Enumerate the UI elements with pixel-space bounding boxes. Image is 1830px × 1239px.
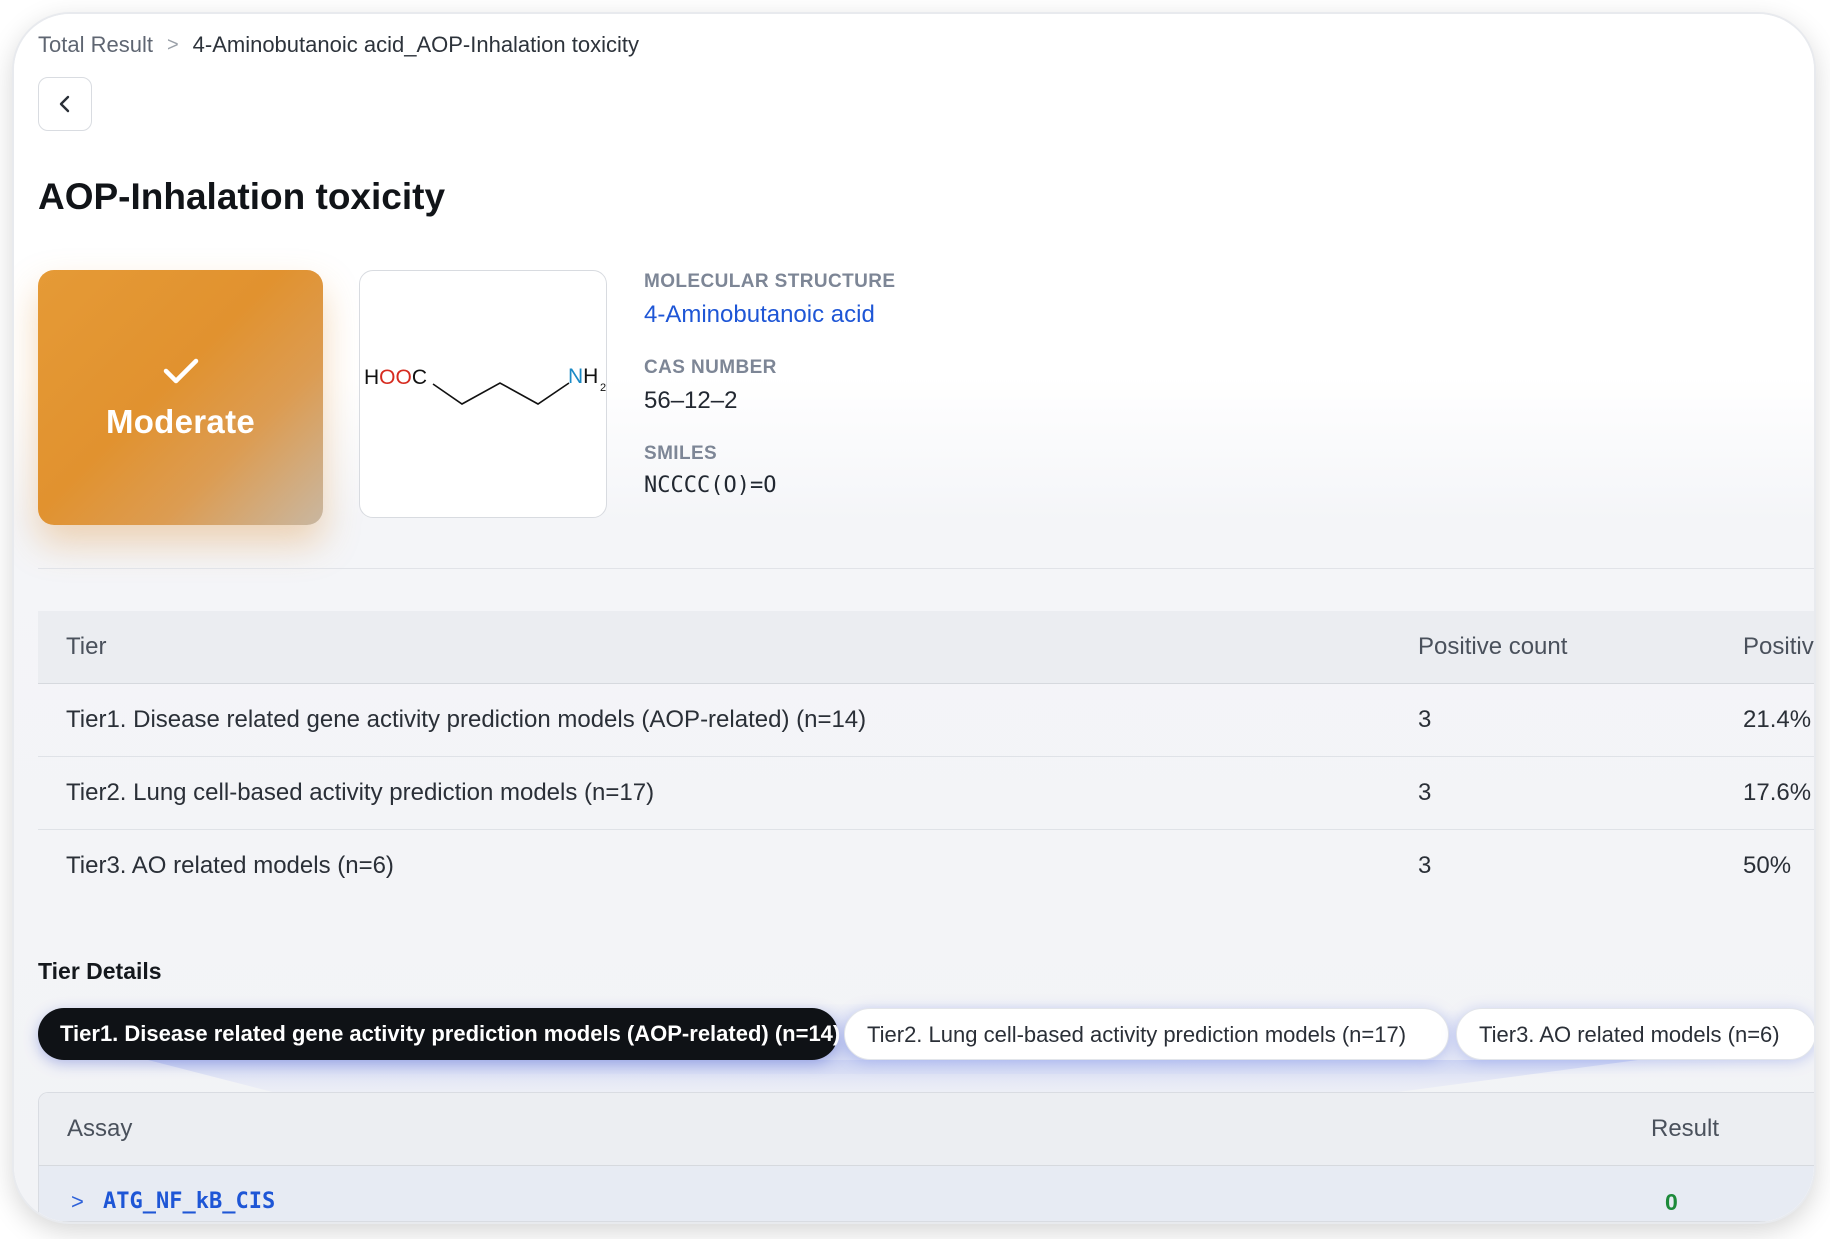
chevron-left-icon (59, 95, 70, 113)
column-header-positive[interactable]: Positive (1743, 611, 1814, 683)
atom-label-oo: OO (379, 366, 412, 389)
positive-percent-cell: 21.4% (1743, 706, 1812, 733)
check-icon (163, 358, 198, 383)
chevron-right-icon[interactable]: > (71, 1166, 84, 1221)
atom-label-c: C (412, 366, 427, 389)
section-divider (38, 568, 1814, 569)
assay-result-value: 0 (1665, 1189, 1678, 1215)
positive-count-cell: 3 (1418, 779, 1432, 806)
atom-label-h: H (364, 366, 379, 389)
tier-details-heading: Tier Details (38, 958, 162, 984)
molecule-structure-image: HOOC NH 2 (359, 270, 607, 518)
compound-name-link[interactable]: 4-Aminobutanoic acid (644, 301, 895, 329)
app-window: Total Result > 4-Aminobutanoic acid_AOP-… (14, 14, 1814, 1222)
column-header-result[interactable]: Result (1651, 1093, 1719, 1165)
table-header-row: Tier Positive count Positive (38, 611, 1814, 684)
toxicity-level-label: Moderate (105, 402, 256, 440)
toxicity-result-card: Moderate (38, 270, 323, 525)
tier-name-cell: Tier2. Lung cell-based activity predicti… (66, 779, 655, 806)
atom-label-subscript: 2 (600, 382, 606, 394)
tab-tier2[interactable]: Tier2. Lung cell-based activity predicti… (844, 1008, 1449, 1060)
breadcrumb-current: 4-Aminobutanoic acid_AOP-Inhalation toxi… (192, 32, 639, 57)
positive-percent-cell: 17.6% (1743, 779, 1812, 806)
table-row[interactable]: > ATG_NF_kB_CIS 0 (39, 1166, 1814, 1221)
column-header-assay[interactable]: Assay (67, 1093, 132, 1165)
breadcrumb: Total Result > 4-Aminobutanoic acid_AOP-… (38, 32, 639, 58)
cas-number-value: 56–12–2 (644, 387, 738, 414)
tier-name-cell: Tier1. Disease related gene activity pre… (66, 706, 867, 733)
tab-tier1[interactable]: Tier1. Disease related gene activity pre… (38, 1008, 840, 1060)
positive-count-cell: 3 (1418, 852, 1432, 879)
table-row: Tier2. Lung cell-based activity predicti… (38, 757, 1814, 830)
assay-name[interactable]: ATG_NF_kB_CIS (103, 1166, 275, 1221)
molecule-drawing: HOOC NH 2 (364, 365, 606, 405)
tier-summary-table: Tier Positive count Positive Tier1. Dise… (38, 611, 1814, 902)
table-row: Tier1. Disease related gene activity pre… (38, 684, 1814, 757)
svg-text:NH: NH (568, 365, 598, 388)
carbon-chain-bonds (432, 382, 570, 405)
cas-number-label: CAS NUMBER (644, 357, 777, 378)
positive-count-cell: 3 (1418, 706, 1432, 733)
molecular-structure-label: MOLECULAR STRUCTURE (644, 271, 896, 292)
column-header-positive-count[interactable]: Positive count (1418, 611, 1567, 683)
svg-text:HOOC: HOOC (364, 366, 427, 389)
positive-percent-cell: 50% (1743, 852, 1792, 879)
compound-metadata: MOLECULAR STRUCTURE 4-Aminobutanoic acid… (644, 271, 895, 498)
column-header-tier[interactable]: Tier (66, 611, 106, 683)
back-button[interactable] (38, 77, 92, 131)
page-title: AOP-Inhalation toxicity (38, 176, 446, 217)
breadcrumb-root-link[interactable]: Total Result (38, 32, 153, 58)
tab-tier3[interactable]: Tier3. AO related models (n=6) (1456, 1008, 1814, 1060)
smiles-label: SMILES (644, 443, 718, 464)
table-row: Tier3. AO related models (n=6) 3 50% (38, 830, 1814, 902)
assay-table: Assay Result > ATG_NF_kB_CIS 0 (38, 1092, 1814, 1222)
tier-name-cell: Tier3. AO related models (n=6) (66, 852, 394, 879)
atom-label-n: N (568, 365, 583, 388)
smiles-value: NCCCC(O)=O (644, 473, 777, 498)
breadcrumb-separator: > (166, 33, 179, 56)
atom-label-nh: H (583, 365, 598, 388)
assay-table-header: Assay Result (39, 1093, 1814, 1166)
